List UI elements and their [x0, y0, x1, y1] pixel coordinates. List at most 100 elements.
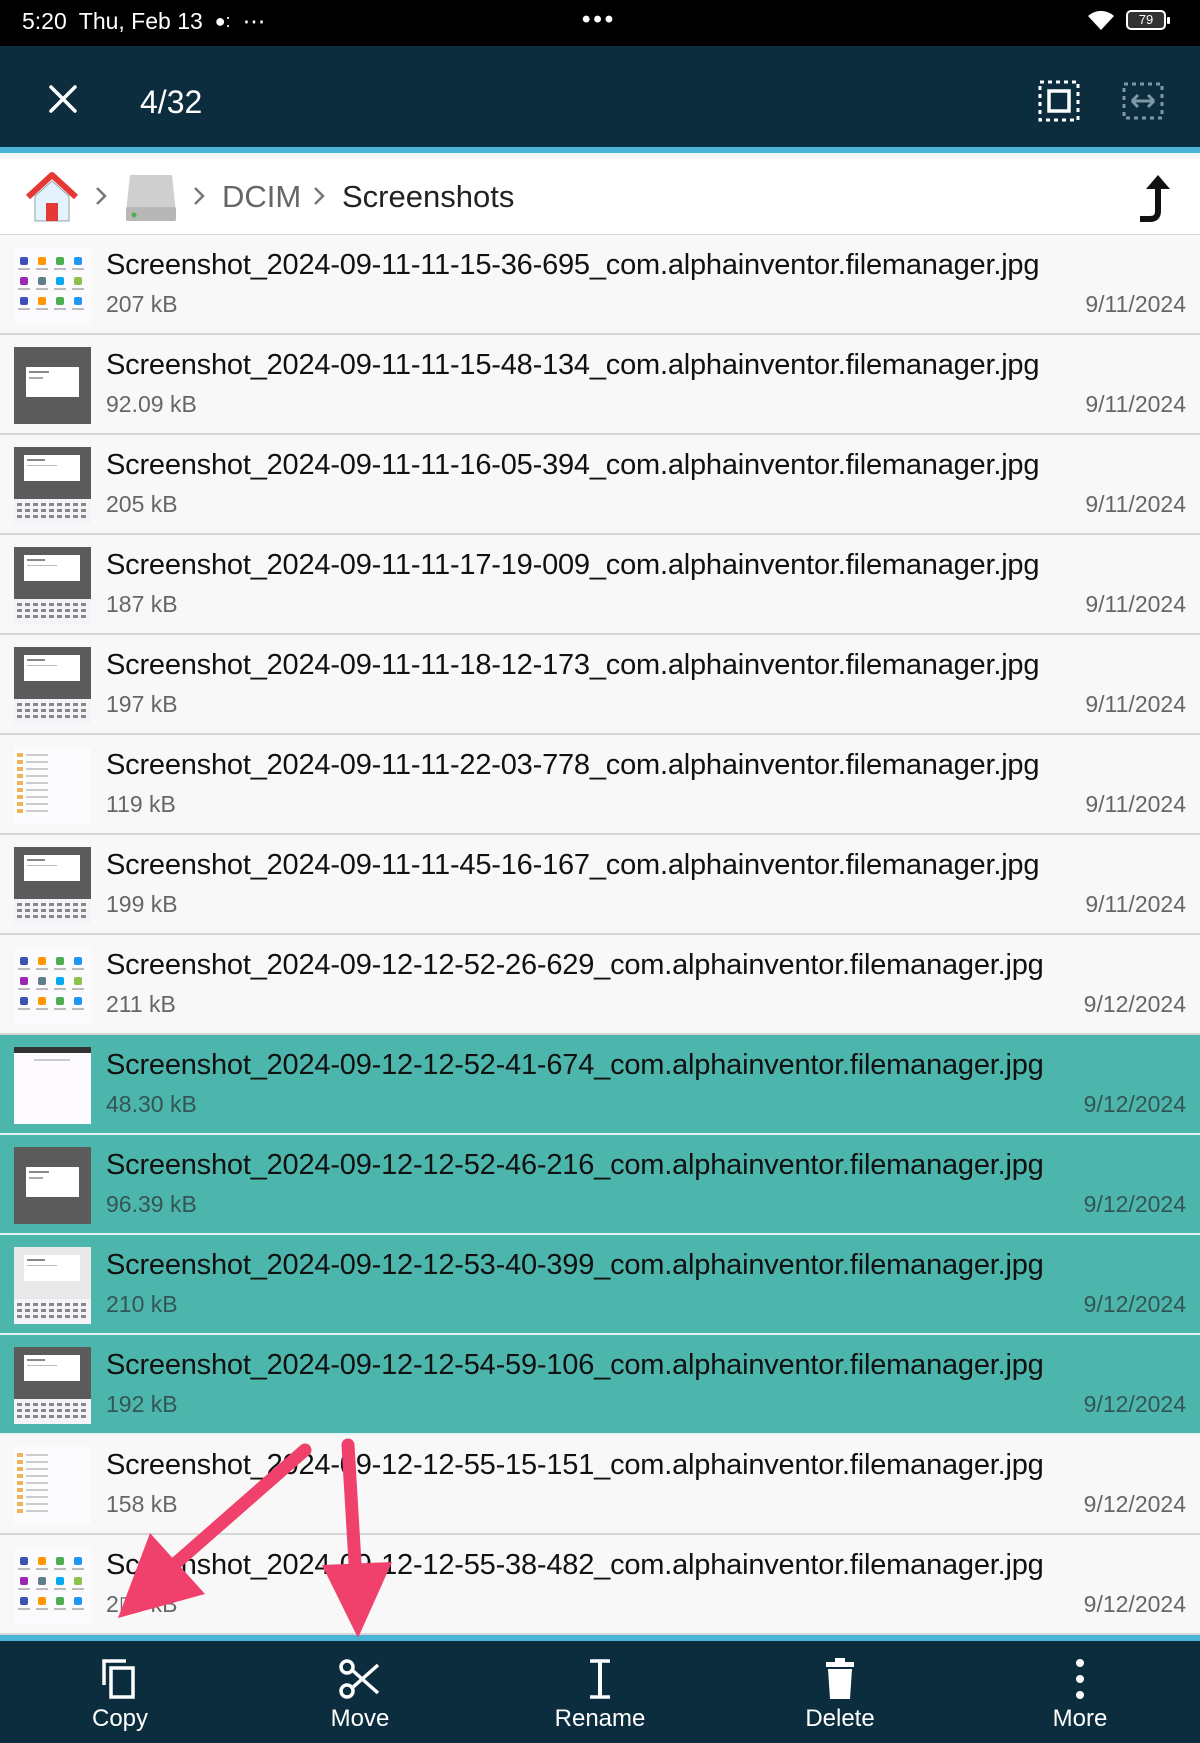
- file-row[interactable]: Screenshot_2024-09-12-12-55-38-482_com.a…: [0, 1535, 1200, 1635]
- image-thumbnail-icon: [14, 647, 91, 724]
- image-thumbnail-icon: [14, 1047, 91, 1124]
- file-row[interactable]: Screenshot_2024-09-11-11-22-03-778_com.a…: [0, 735, 1200, 835]
- file-row[interactable]: Screenshot_2024-09-12-12-52-41-674_com.a…: [0, 1035, 1200, 1135]
- image-thumbnail-icon: [14, 447, 91, 524]
- scissors-icon: [339, 1659, 380, 1699]
- image-thumbnail-icon: [14, 1147, 91, 1224]
- file-thumbnail[interactable]: [14, 247, 91, 324]
- file-row[interactable]: Screenshot_2024-09-12-12-52-46-216_com.a…: [0, 1135, 1200, 1235]
- image-thumbnail-icon: [14, 1347, 91, 1424]
- more-vertical-icon: [1076, 1659, 1084, 1699]
- file-thumbnail[interactable]: [14, 647, 91, 724]
- file-size: 158 kB: [106, 1491, 178, 1517]
- breadcrumb-home[interactable]: [24, 169, 80, 225]
- status-right: 79: [1086, 8, 1170, 32]
- chevron-right-icon: [314, 187, 325, 205]
- copy-icon: [102, 1659, 135, 1699]
- file-size: 205 kB: [106, 491, 178, 517]
- image-thumbnail-icon: [14, 247, 91, 324]
- trash-icon: [826, 1658, 854, 1699]
- file-row[interactable]: Screenshot_2024-09-11-11-18-12-173_com.a…: [0, 635, 1200, 735]
- file-name: Screenshot_2024-09-11-11-17-19-009_com.a…: [106, 549, 1040, 581]
- battery-icon: 79: [1126, 10, 1170, 30]
- image-thumbnail-icon: [14, 1247, 91, 1324]
- file-date: 9/12/2024: [1083, 1391, 1186, 1417]
- chevron-right-icon: [194, 187, 205, 205]
- file-name: Screenshot_2024-09-11-11-15-48-134_com.a…: [106, 349, 1040, 381]
- file-size: 199 kB: [106, 891, 178, 917]
- select-range-icon: [1122, 82, 1164, 120]
- delete-label: Delete: [805, 1705, 875, 1732]
- file-date: 9/12/2024: [1083, 1291, 1186, 1317]
- image-thumbnail-icon: [14, 747, 91, 824]
- more-button[interactable]: More: [980, 1641, 1180, 1743]
- navigate-up-button[interactable]: [1128, 171, 1178, 225]
- file-row[interactable]: Screenshot_2024-09-11-11-17-19-009_com.a…: [0, 535, 1200, 635]
- select-range-button[interactable]: [1118, 76, 1168, 126]
- file-name: Screenshot_2024-09-12-12-54-59-106_com.a…: [106, 1349, 1044, 1381]
- file-thumbnail[interactable]: [14, 447, 91, 524]
- delete-button[interactable]: Delete: [740, 1641, 940, 1743]
- file-thumbnail[interactable]: [14, 747, 91, 824]
- breadcrumb-dcim[interactable]: DCIM: [222, 179, 301, 215]
- file-date: 9/12/2024: [1083, 1591, 1186, 1617]
- select-all-button[interactable]: [1034, 76, 1084, 126]
- file-row[interactable]: Screenshot_2024-09-12-12-54-59-106_com.a…: [0, 1335, 1200, 1435]
- file-thumbnail[interactable]: [14, 1547, 91, 1624]
- breadcrumb-storage[interactable]: [122, 169, 180, 225]
- action-bar: Copy Move Rename Delete More: [0, 1635, 1200, 1743]
- file-date: 9/11/2024: [1085, 691, 1186, 717]
- file-row[interactable]: Screenshot_2024-09-12-12-55-15-151_com.a…: [0, 1435, 1200, 1535]
- file-name: Screenshot_2024-09-11-11-18-12-173_com.a…: [106, 649, 1040, 681]
- file-row[interactable]: Screenshot_2024-09-12-12-52-26-629_com.a…: [0, 935, 1200, 1035]
- selection-toolbar: 4/32: [0, 46, 1200, 153]
- image-thumbnail-icon: [14, 547, 91, 624]
- copy-label: Copy: [91, 1705, 149, 1732]
- image-thumbnail-icon: [14, 1447, 91, 1524]
- file-thumbnail[interactable]: [14, 1047, 91, 1124]
- breadcrumb: DCIM Screenshots: [0, 159, 1200, 235]
- file-thumbnail[interactable]: [14, 1147, 91, 1224]
- file-size: 211 kB: [106, 991, 176, 1017]
- status-bar: 5:20 Thu, Feb 13 ●: ⋯ ••• 79: [0, 0, 1200, 46]
- file-row[interactable]: Screenshot_2024-09-11-11-16-05-394_com.a…: [0, 435, 1200, 535]
- file-date: 9/11/2024: [1085, 391, 1186, 417]
- file-thumbnail[interactable]: [14, 1247, 91, 1324]
- status-time: 5:20: [22, 8, 67, 34]
- more-label: More: [1052, 1705, 1108, 1732]
- up-arrow-icon: [1140, 175, 1170, 222]
- file-name: Screenshot_2024-09-12-12-52-41-674_com.a…: [106, 1049, 1044, 1081]
- file-date: 9/12/2024: [1083, 991, 1186, 1017]
- file-size: 48.30 kB: [106, 1091, 197, 1117]
- file-thumbnail[interactable]: [14, 547, 91, 624]
- close-icon: [49, 85, 77, 113]
- rename-button[interactable]: Rename: [500, 1641, 700, 1743]
- copy-button[interactable]: Copy: [20, 1641, 220, 1743]
- file-thumbnail[interactable]: [14, 847, 91, 924]
- file-thumbnail[interactable]: [14, 1447, 91, 1524]
- move-button[interactable]: Move: [260, 1641, 460, 1743]
- file-row[interactable]: Screenshot_2024-09-11-11-45-16-167_com.a…: [0, 835, 1200, 935]
- file-row[interactable]: Screenshot_2024-09-12-12-53-40-399_com.a…: [0, 1235, 1200, 1335]
- image-thumbnail-icon: [14, 347, 91, 424]
- file-name: Screenshot_2024-09-11-11-16-05-394_com.a…: [106, 449, 1040, 481]
- file-date: 9/11/2024: [1085, 791, 1186, 817]
- file-thumbnail[interactable]: [14, 347, 91, 424]
- file-thumbnail[interactable]: [14, 1347, 91, 1424]
- file-row[interactable]: Screenshot_2024-09-11-11-15-36-695_com.a…: [0, 235, 1200, 335]
- file-size: 96.39 kB: [106, 1191, 197, 1217]
- file-thumbnail[interactable]: [14, 947, 91, 1024]
- file-size: 210 kB: [106, 1291, 178, 1317]
- status-center-dots[interactable]: •••: [582, 6, 616, 34]
- file-size: 92.09 kB: [106, 391, 197, 417]
- file-list[interactable]: Screenshot_2024-09-11-11-15-36-695_com.a…: [0, 235, 1200, 1635]
- file-size: 2▯9 kB: [106, 1591, 178, 1617]
- file-row[interactable]: Screenshot_2024-09-11-11-15-48-134_com.a…: [0, 335, 1200, 435]
- select-all-icon: [1038, 80, 1080, 122]
- close-button[interactable]: [38, 74, 88, 124]
- status-date: Thu, Feb 13: [78, 8, 203, 34]
- notification-icon: ●:: [214, 11, 231, 31]
- image-thumbnail-icon: [14, 947, 91, 1024]
- breadcrumb-screenshots[interactable]: Screenshots: [342, 179, 514, 215]
- file-name: Screenshot_2024-09-12-12-55-15-151_com.a…: [106, 1449, 1044, 1481]
